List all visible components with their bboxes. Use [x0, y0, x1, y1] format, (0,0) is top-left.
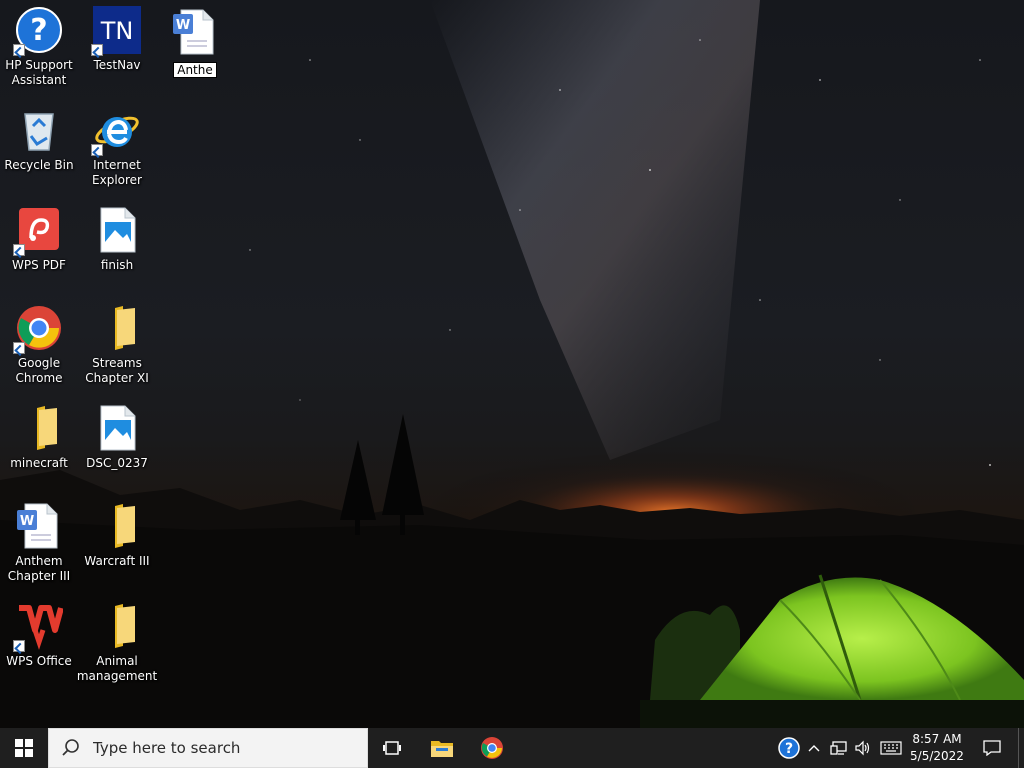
hp-support-icon: ? — [13, 6, 63, 56]
desktop-icon-dsc-0237[interactable]: DSC_0237 — [78, 404, 156, 471]
clock-date: 5/5/2022 — [910, 749, 964, 763]
shortcut-arrow-icon — [13, 244, 25, 256]
network-button[interactable] — [828, 728, 850, 768]
desktop-icon-testnav[interactable]: TN TestNav — [78, 6, 156, 73]
clock-time: 8:57 AM — [912, 732, 962, 746]
windows-logo-icon — [15, 739, 33, 757]
clock[interactable]: 8:57 AM 5/5/2022 — [902, 731, 972, 765]
testnav-icon: TN — [91, 6, 141, 56]
folder-icon — [93, 304, 141, 352]
touch-keyboard-button[interactable] — [878, 728, 904, 768]
file-explorer-taskbar-button[interactable] — [420, 728, 464, 768]
word-document-icon: W — [15, 502, 63, 550]
word-document-icon: W — [171, 8, 219, 56]
svg-text:?: ? — [785, 741, 793, 757]
desktop-icon-wps-office[interactable]: WPS Office — [0, 602, 78, 669]
chrome-taskbar-button[interactable] — [470, 728, 514, 768]
task-view-button[interactable] — [370, 728, 414, 768]
wps-pdf-icon — [13, 206, 63, 256]
chrome-icon — [13, 304, 63, 354]
shortcut-arrow-icon — [13, 44, 25, 56]
internet-explorer-icon — [91, 106, 141, 156]
folder-icon — [15, 404, 63, 452]
desktop[interactable]: ? HP Support Assistant Recycle Bin WPS P… — [0, 0, 1024, 728]
testnav-badge-text: TN — [100, 17, 134, 45]
image-file-icon — [93, 206, 141, 254]
svg-text:?: ? — [30, 13, 47, 48]
hp-support-tray-icon: ? — [778, 737, 800, 759]
volume-button[interactable] — [852, 728, 874, 768]
desktop-icon-anthem-chapter-iii[interactable]: W Anthem Chapter III — [0, 502, 78, 584]
show-hidden-icons-button[interactable] — [804, 728, 824, 768]
desktop-icon-hp-support-assistant[interactable]: ? HP Support Assistant — [0, 6, 78, 88]
recycle-bin-icon — [15, 106, 63, 154]
shortcut-arrow-icon — [13, 640, 25, 652]
taskbar: ? 8:57 AM 5/5/2022 — [0, 728, 1024, 768]
task-view-icon — [383, 741, 401, 755]
search-icon — [62, 739, 79, 756]
desktop-icon-streams-chapter-xi[interactable]: Streams Chapter XI — [78, 304, 156, 386]
desktop-icon-minecraft[interactable]: minecraft — [0, 404, 78, 471]
network-icon — [830, 741, 847, 755]
desktop-icon-warcraft-iii[interactable]: Warcraft III — [78, 502, 156, 569]
volume-icon — [855, 740, 870, 756]
keyboard-icon — [880, 741, 902, 755]
show-desktop-button[interactable] — [1018, 728, 1019, 768]
svg-text:W: W — [20, 514, 34, 529]
desktop-icon-internet-explorer[interactable]: Internet Explorer — [78, 106, 156, 188]
file-explorer-icon — [431, 741, 453, 757]
image-file-icon — [93, 404, 141, 452]
desktop-icon-animal-management[interactable]: Animal management — [77, 602, 157, 684]
desktop-icon-wps-pdf[interactable]: WPS PDF — [0, 206, 78, 273]
search-box[interactable] — [48, 728, 368, 768]
desktop-icon-google-chrome[interactable]: Google Chrome — [0, 304, 78, 386]
desktop-icon-finish[interactable]: finish — [78, 206, 156, 273]
folder-icon — [93, 602, 141, 650]
chrome-icon — [481, 737, 503, 759]
chevron-up-icon — [808, 745, 820, 752]
rename-input[interactable]: Anthe — [173, 62, 217, 78]
notification-icon — [983, 740, 1001, 756]
shortcut-arrow-icon — [13, 342, 25, 354]
folder-icon — [93, 502, 141, 550]
start-button[interactable] — [0, 728, 48, 768]
action-center-button[interactable] — [978, 728, 1006, 768]
shortcut-arrow-icon — [91, 144, 103, 156]
hp-support-tray-button[interactable]: ? — [776, 728, 802, 768]
search-input[interactable] — [91, 738, 355, 758]
shortcut-arrow-icon — [91, 44, 103, 56]
desktop-icon-recycle-bin[interactable]: Recycle Bin — [0, 106, 78, 173]
wps-office-icon — [13, 602, 64, 652]
desktop-icon-renaming[interactable]: W Anthe — [156, 8, 234, 78]
svg-text:W: W — [176, 18, 190, 33]
